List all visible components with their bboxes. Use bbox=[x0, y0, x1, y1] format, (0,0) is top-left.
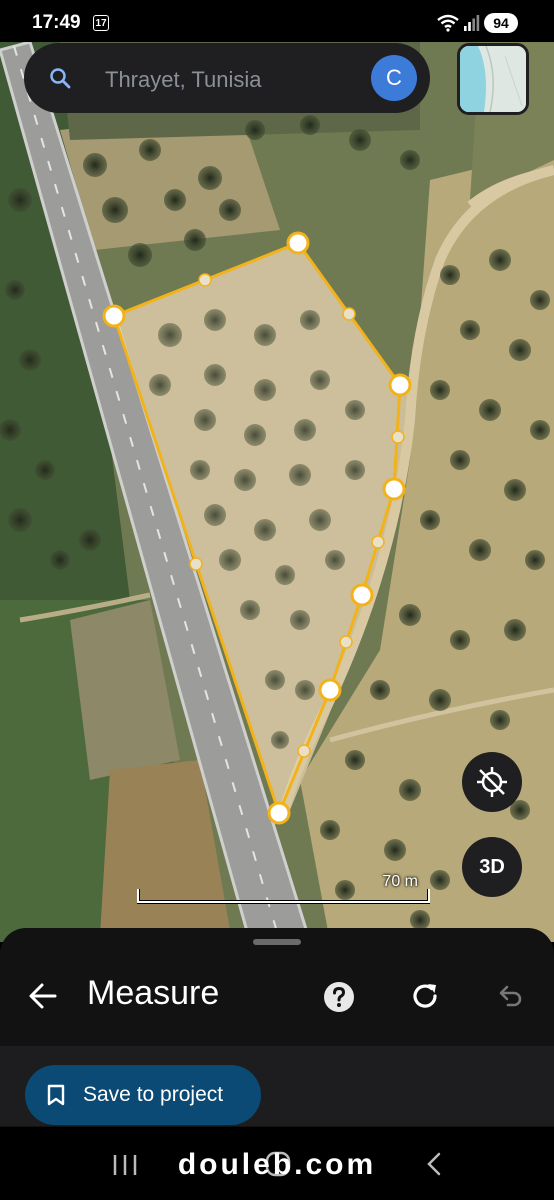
polygon-vertex[interactable] bbox=[267, 801, 291, 825]
polygon-vertex[interactable] bbox=[350, 583, 374, 607]
status-bar: 17:49 17 94 bbox=[0, 0, 554, 42]
back-arrow-icon[interactable] bbox=[28, 982, 58, 1010]
save-to-project-label: Save to project bbox=[83, 1083, 224, 1106]
watermark: douleb.com bbox=[177, 1148, 377, 1181]
help-icon[interactable] bbox=[322, 980, 356, 1014]
minimap-image bbox=[460, 46, 526, 112]
search-bar[interactable]: Thrayet, Tunisia C bbox=[24, 43, 430, 113]
orientation-button[interactable] bbox=[462, 752, 522, 812]
polygon-vertex[interactable] bbox=[102, 304, 126, 328]
undo-icon[interactable] bbox=[496, 982, 524, 1010]
drag-handle[interactable] bbox=[253, 939, 301, 945]
calendar-badge-icon: 17 bbox=[93, 15, 109, 31]
save-to-project-button[interactable]: Save to project bbox=[25, 1065, 261, 1125]
search-icon bbox=[50, 68, 71, 89]
avatar[interactable]: C bbox=[371, 55, 417, 101]
refresh-icon[interactable] bbox=[409, 980, 441, 1012]
wifi-icon bbox=[437, 14, 459, 32]
polygon-vertex[interactable] bbox=[388, 373, 412, 397]
compass-off-icon bbox=[477, 767, 507, 797]
minimap-thumbnail[interactable] bbox=[457, 43, 529, 115]
clock: 17:49 bbox=[32, 12, 81, 33]
polygon-vertex[interactable] bbox=[382, 477, 406, 501]
page-title: Measure bbox=[87, 974, 220, 1012]
polygon-vertex[interactable] bbox=[286, 231, 310, 255]
3d-toggle-button[interactable]: 3D bbox=[462, 837, 522, 897]
signal-icon bbox=[464, 15, 480, 31]
search-input[interactable]: Thrayet, Tunisia bbox=[105, 67, 262, 93]
battery-icon: 94 bbox=[484, 13, 518, 33]
polygon-vertex[interactable] bbox=[318, 678, 342, 702]
bookmark-icon bbox=[47, 1084, 65, 1106]
scale-ruler bbox=[137, 889, 430, 904]
